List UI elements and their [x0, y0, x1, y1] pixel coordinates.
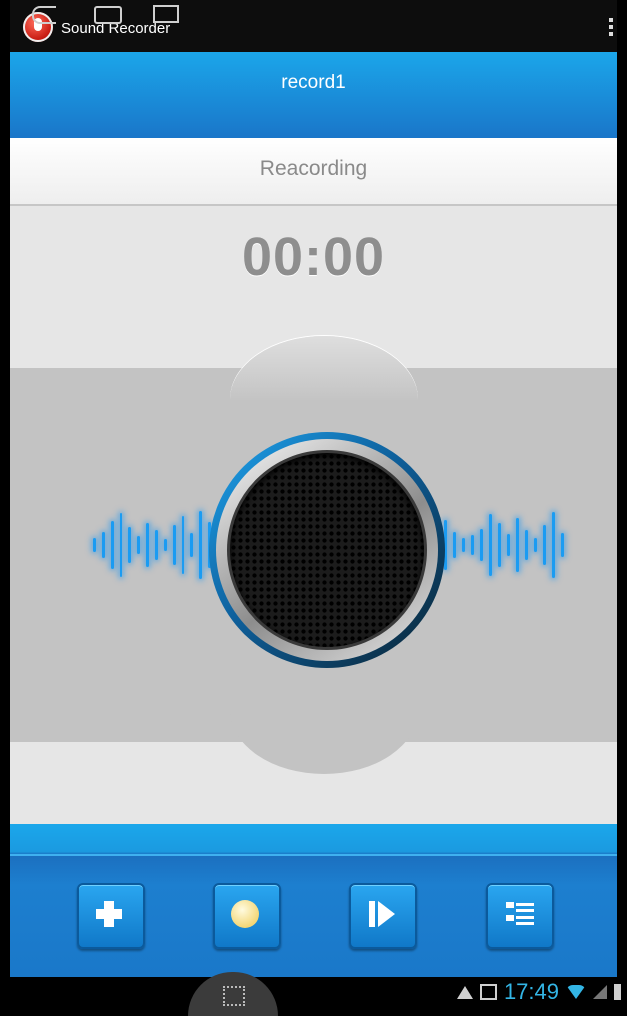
battery-icon [614, 984, 621, 1000]
recordings-list-button[interactable] [486, 883, 554, 949]
stage-top-cap [230, 336, 418, 400]
warning-icon [456, 985, 473, 999]
screenshot-icon [223, 986, 245, 1006]
plus-icon [79, 885, 143, 947]
clock: 17:49 [503, 979, 559, 1004]
status-strip: Reacording [10, 138, 617, 206]
back-icon[interactable] [32, 6, 56, 24]
elapsed-timer: 00:00 [241, 227, 386, 287]
overflow-menu-icon[interactable] [609, 18, 613, 36]
image-icon [479, 984, 497, 1000]
home-icon[interactable] [94, 6, 122, 24]
recent-apps-icon[interactable] [153, 5, 179, 23]
list-icon [488, 885, 552, 947]
sound-recorder-screen: Sound Recorder record1 Reacording 00:00 [10, 0, 617, 1007]
record-button[interactable] [213, 883, 281, 949]
record-icon [215, 885, 279, 947]
waveform-right [441, 505, 569, 585]
file-header: record1 [10, 52, 617, 138]
file-name[interactable]: record1 [10, 72, 617, 94]
status-label: Reacording [259, 157, 368, 180]
speaker-grill-icon [230, 453, 424, 647]
waveform-left [90, 505, 214, 585]
signal-icon [593, 985, 607, 999]
toolbar-divider [10, 854, 617, 856]
status-tray: 17:49 [456, 977, 621, 1007]
stage-bottom-cap [230, 710, 418, 774]
play-icon [351, 885, 415, 947]
wifi-icon [566, 985, 586, 999]
play-button[interactable] [349, 883, 417, 949]
new-recording-button[interactable] [77, 883, 145, 949]
